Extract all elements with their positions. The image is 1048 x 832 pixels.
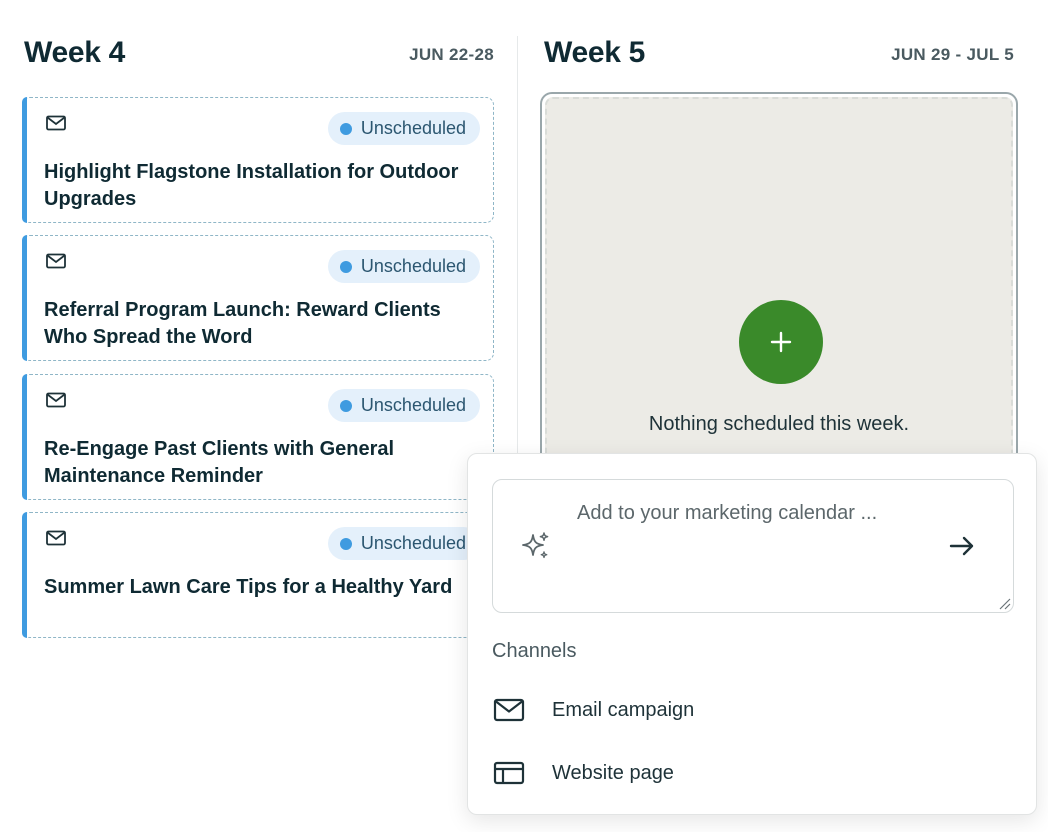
- calendar-prompt-input[interactable]: [577, 502, 937, 525]
- empty-week-message: Nothing scheduled this week.: [648, 413, 910, 435]
- column-divider: [517, 36, 518, 476]
- status-badge: Unscheduled: [327, 389, 480, 422]
- week-5-header: Week 5 JUN 29 - JUL 5: [540, 0, 1018, 96]
- add-campaign-button[interactable]: [739, 300, 823, 384]
- add-to-calendar-popover: Channels Email campaign Website page: [467, 453, 1037, 815]
- layout-icon: [493, 761, 525, 785]
- status-badge: Unscheduled: [327, 527, 480, 560]
- plus-icon: [770, 331, 792, 353]
- week-4-dates: JUN 22-28: [409, 45, 494, 64]
- week-5-dates: JUN 29 - JUL 5: [891, 45, 1014, 64]
- week-4-title: Week 4: [24, 36, 126, 69]
- week-5-column: Week 5 JUN 29 - JUL 5 Nothing scheduled …: [540, 0, 1018, 472]
- channels-heading: Channels: [492, 640, 577, 662]
- status-label: Unscheduled: [360, 395, 466, 415]
- mail-icon: [46, 115, 66, 131]
- card-title: Summer Lawn Care Tips for a Healthy Yard: [44, 576, 453, 598]
- status-dot: [339, 537, 352, 550]
- empty-week-dropzone[interactable]: Nothing scheduled this week.: [540, 92, 1018, 472]
- resize-handle[interactable]: [997, 596, 1011, 610]
- campaign-card[interactable]: Unscheduled Highlight Flagstone Installa…: [22, 97, 494, 223]
- campaign-card[interactable]: Unscheduled Referral Program Launch: Rew…: [22, 235, 494, 361]
- campaign-card[interactable]: Unscheduled Re-Engage Past Clients with …: [22, 374, 494, 500]
- channel-label: Email campaign: [552, 698, 695, 721]
- week-4-column: Week 4 JUN 22-28 Unscheduled Highlight F…: [22, 0, 494, 638]
- card-title: Referral Program Launch: Reward Clients …: [44, 299, 441, 348]
- status-dot: [339, 399, 352, 412]
- prompt-box[interactable]: [492, 479, 1014, 613]
- sparkle-icon: [522, 532, 549, 559]
- mail-icon: [46, 530, 66, 546]
- mail-icon: [493, 698, 525, 722]
- status-label: Unscheduled: [360, 118, 466, 138]
- channel-email-campaign[interactable]: Email campaign: [492, 688, 1012, 732]
- card-title: Highlight Flagstone Installation for Out…: [44, 161, 459, 210]
- mail-icon: [46, 253, 66, 269]
- status-badge: Unscheduled: [327, 250, 480, 283]
- status-label: Unscheduled: [360, 533, 466, 553]
- channel-label: Website page: [552, 761, 674, 784]
- channel-website-page[interactable]: Website page: [492, 751, 1012, 795]
- status-label: Unscheduled: [360, 256, 466, 276]
- status-dot: [339, 122, 352, 135]
- send-button[interactable]: [947, 532, 977, 560]
- status-badge: Unscheduled: [327, 112, 480, 145]
- status-dot: [339, 260, 352, 273]
- arrow-right-icon: [949, 536, 974, 556]
- week-5-title: Week 5: [544, 36, 646, 69]
- empty-week-inner: Nothing scheduled this week.: [545, 97, 1013, 467]
- mail-icon: [46, 392, 66, 408]
- campaign-card[interactable]: Unscheduled Summer Lawn Care Tips for a …: [22, 512, 494, 638]
- card-title: Re-Engage Past Clients with General Main…: [44, 438, 395, 487]
- week-4-header: Week 4 JUN 22-28: [22, 0, 494, 96]
